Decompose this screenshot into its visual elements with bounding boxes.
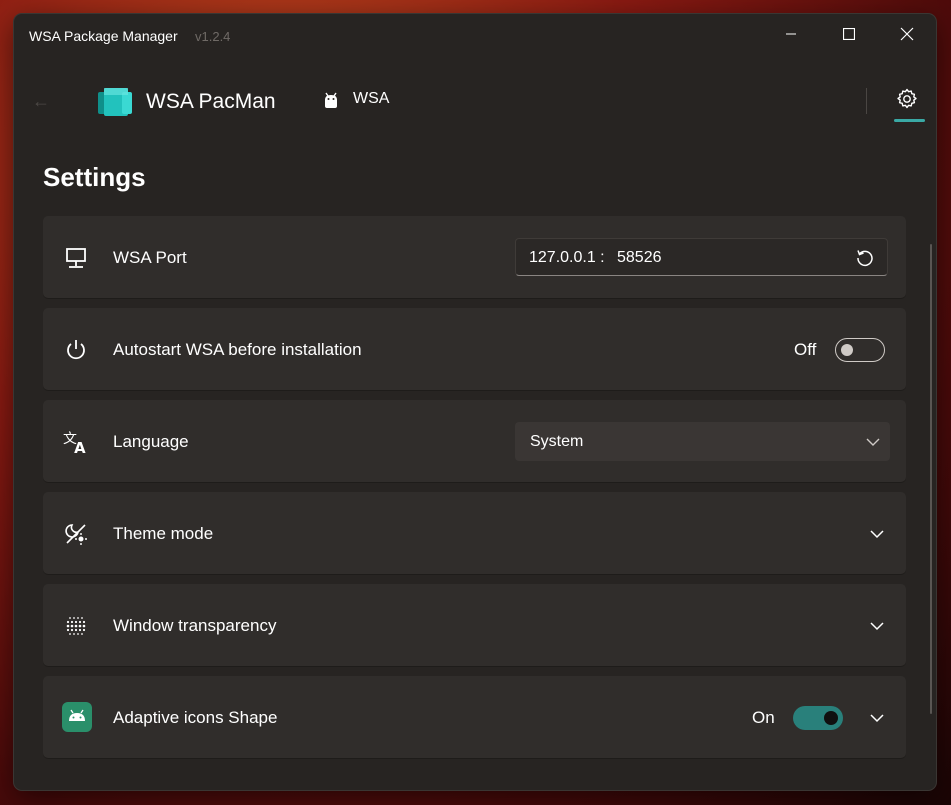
maximize-button[interactable] bbox=[820, 14, 878, 54]
language-label: Language bbox=[113, 432, 189, 451]
back-arrow-icon[interactable]: ← bbox=[32, 91, 50, 112]
nav-divider bbox=[866, 88, 867, 114]
autostart-state-text: Off bbox=[794, 340, 817, 359]
close-icon bbox=[900, 27, 914, 41]
settings-gear-icon[interactable] bbox=[895, 87, 919, 111]
autostart-label: Autostart WSA before installation bbox=[113, 340, 362, 359]
chevron-down-icon[interactable] bbox=[869, 713, 885, 723]
autostart-toggle[interactable] bbox=[835, 338, 885, 362]
app-name: WSA PacMan bbox=[146, 90, 276, 113]
adaptive-state-text: On bbox=[752, 708, 775, 727]
selected-tab-indicator bbox=[894, 119, 925, 122]
toggle-knob bbox=[841, 344, 853, 356]
setting-card-adaptive-icons[interactable]: Adaptive icons Shape On bbox=[43, 676, 906, 759]
toggle-knob bbox=[824, 711, 838, 725]
close-button[interactable] bbox=[878, 14, 936, 54]
port-value[interactable]: 58526 bbox=[617, 249, 662, 267]
power-icon bbox=[63, 337, 89, 363]
setting-card-language: 文 A Language System bbox=[43, 400, 906, 483]
page-title: Settings bbox=[43, 162, 146, 192]
android-adaptive-icon bbox=[62, 702, 92, 732]
translate-icon: 文 A bbox=[63, 429, 89, 455]
android-icon[interactable] bbox=[322, 90, 340, 110]
reset-icon[interactable] bbox=[855, 248, 875, 268]
setting-card-autostart: Autostart WSA before installation Off bbox=[43, 308, 906, 391]
adaptive-icons-label: Adaptive icons Shape bbox=[113, 708, 278, 727]
scrollbar[interactable] bbox=[930, 244, 932, 714]
theme-mode-label: Theme mode bbox=[113, 524, 214, 543]
svg-text:A: A bbox=[74, 439, 86, 455]
chevron-down-icon[interactable] bbox=[869, 529, 885, 539]
window-transparency-label: Window transparency bbox=[113, 616, 277, 635]
theme-mode-icon bbox=[63, 521, 89, 547]
adaptive-icons-toggle[interactable] bbox=[793, 706, 843, 730]
computer-icon bbox=[63, 245, 89, 271]
language-selected-value: System bbox=[530, 433, 584, 450]
nav-bar: ← WSA PacMan WSA bbox=[14, 74, 936, 130]
transparency-icon bbox=[63, 613, 89, 639]
maximize-icon bbox=[843, 28, 855, 40]
version-label: v1.2.4 bbox=[195, 29, 231, 44]
setting-card-window-transparency[interactable]: Window transparency bbox=[43, 584, 906, 667]
wsa-port-label: WSA Port bbox=[113, 248, 187, 267]
chevron-down-icon[interactable] bbox=[869, 621, 885, 631]
chevron-down-icon bbox=[866, 438, 880, 446]
app-logo-icon bbox=[98, 88, 132, 116]
minimize-icon bbox=[786, 33, 796, 35]
title-bar[interactable]: WSA Package Manager v1.2.4 bbox=[14, 14, 936, 54]
app-window: WSA Package Manager v1.2.4 ← WSA PacMan … bbox=[14, 14, 936, 790]
minimize-button[interactable] bbox=[762, 14, 820, 54]
port-input[interactable]: 127.0.0.1 : 58526 bbox=[515, 238, 888, 276]
setting-card-wsa-port: WSA Port 127.0.0.1 : 58526 bbox=[43, 216, 906, 299]
language-select[interactable]: System bbox=[515, 422, 890, 461]
window-title: WSA Package Manager bbox=[29, 28, 178, 44]
setting-card-theme-mode[interactable]: Theme mode bbox=[43, 492, 906, 575]
port-host-prefix: 127.0.0.1 : bbox=[529, 249, 605, 266]
nav-item-wsa[interactable]: WSA bbox=[353, 90, 389, 108]
